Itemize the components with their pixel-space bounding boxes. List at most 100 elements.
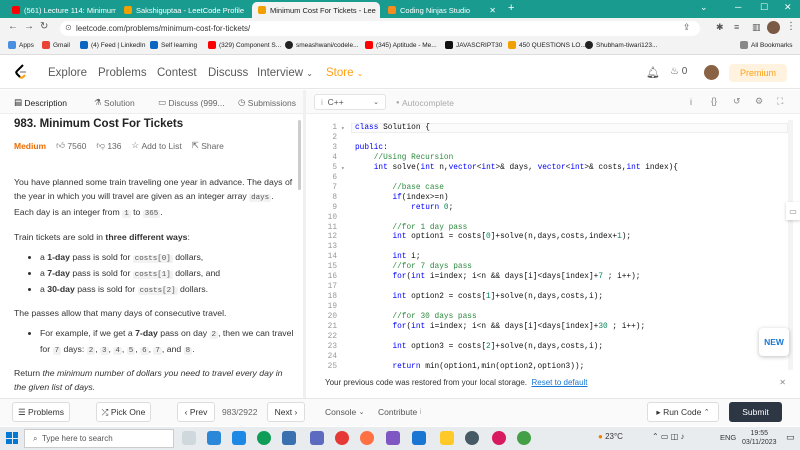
code-line[interactable]: public: <box>355 144 388 152</box>
console-toggle[interactable]: Console ⌄ <box>325 407 364 417</box>
code-editor[interactable]: 1 class Solution {2 3 public: 4 //Using Recu… <box>313 118 796 370</box>
app-icon[interactable] <box>492 431 506 445</box>
autocomplete-toggle[interactable]: ● Autocomplete <box>396 98 454 108</box>
premium-button[interactable]: Premium <box>729 64 787 82</box>
dislike-button[interactable]: 👎︎ 136 <box>96 140 121 151</box>
fold-chevron-icon[interactable]: ▾ <box>341 165 345 172</box>
bookmark-item[interactable]: Self learning <box>150 41 197 49</box>
run-code-button[interactable]: ▸ Run Code ⌃ <box>647 402 719 422</box>
new-tab-icon[interactable]: + <box>508 2 514 14</box>
mail-icon[interactable] <box>207 431 221 445</box>
language-indicator[interactable]: ENG <box>720 433 736 442</box>
clock[interactable]: 19:55 03/11/2023 <box>742 429 777 447</box>
code-line[interactable]: for(int i=index; i<n && days[i]<days[ind… <box>355 273 640 281</box>
browser-tab[interactable]: Coding Ninjas Studio ✕ <box>382 2 502 18</box>
tab-description[interactable]: ▤ Description <box>14 97 67 108</box>
problems-button[interactable]: ☰ Problems <box>12 402 70 422</box>
bookmark-item[interactable]: Gmail <box>42 41 70 49</box>
streak-counter[interactable]: ♨ 0 <box>670 66 687 77</box>
photos-icon[interactable] <box>282 431 296 445</box>
windows-start-icon[interactable] <box>6 432 18 444</box>
nav-discuss[interactable]: Discuss <box>208 67 248 79</box>
code-line[interactable]: int solve(int n,vector<int>& days, vecto… <box>355 164 678 172</box>
bell-icon[interactable]: 🔔︎ <box>646 66 660 79</box>
description-scrollbar[interactable] <box>298 120 301 190</box>
tray-icons[interactable]: ⌃ ▭ ◫ ♪ <box>652 432 685 441</box>
forward-icon[interactable]: → <box>24 21 34 32</box>
minimize-icon[interactable]: ─ <box>735 2 741 12</box>
firefox-icon[interactable] <box>360 431 374 445</box>
close-icon[interactable]: ✕ <box>376 6 381 15</box>
code-line[interactable]: class Solution { <box>355 124 430 132</box>
bookmark-item[interactable]: JAVASCRIPT30 <box>445 41 502 49</box>
submit-button[interactable]: Submit <box>729 402 782 422</box>
close-icon[interactable]: ✕ <box>779 378 786 387</box>
nav-contest[interactable]: Contest <box>157 67 197 79</box>
code-line[interactable]: //for 1 day pass <box>355 224 467 232</box>
bookmark-item[interactable]: 450 QUESTIONS LO... <box>508 41 586 49</box>
bookmark-item[interactable]: Shubham-tiwari123... <box>585 41 657 49</box>
app-icon[interactable] <box>386 431 400 445</box>
contribute-link[interactable]: Contribute i <box>378 407 421 417</box>
profile-avatar[interactable] <box>767 21 780 34</box>
code-line[interactable]: int i; <box>355 253 420 261</box>
info-icon[interactable]: i <box>690 97 692 107</box>
code-line[interactable]: for(int i=index; i<n && days[i]<days[ind… <box>355 323 645 331</box>
new-badge-button[interactable]: NEW <box>759 328 789 356</box>
taskbar-search-input[interactable]: ⌕ Type here to search <box>24 429 174 448</box>
extensions-icon[interactable]: ✱ <box>716 22 724 33</box>
chrome-icon[interactable] <box>517 431 531 445</box>
leetcode-logo-icon[interactable] <box>14 64 28 80</box>
side-panel-icon[interactable]: ▭ <box>786 202 800 220</box>
code-line[interactable]: //for 7 days pass <box>355 263 472 271</box>
tab-submissions[interactable]: ◷ Submissions <box>238 97 296 108</box>
code-line[interactable]: //base case <box>355 184 443 192</box>
add-to-list-button[interactable]: ☆ Add to List <box>132 140 182 151</box>
file-explorer-icon[interactable] <box>440 431 454 445</box>
back-icon[interactable]: ← <box>8 21 18 32</box>
avatar[interactable] <box>704 65 719 80</box>
share-button[interactable]: ⇱ Share <box>192 140 224 151</box>
prev-button[interactable]: ‹ Prev <box>177 402 215 422</box>
like-button[interactable]: 👍︎ 7560 <box>56 140 86 151</box>
all-bookmarks[interactable]: All Bookmarks <box>740 41 793 49</box>
close-icon[interactable]: ✕ <box>244 6 248 15</box>
panel-divider[interactable] <box>303 90 306 398</box>
browser-tab[interactable]: (561) Lecture 114: Minimum Co✕ <box>6 2 116 18</box>
code-line[interactable]: return min(option1,min(option2,option3))… <box>355 363 584 370</box>
edge-icon[interactable] <box>257 431 271 445</box>
bookmark-item[interactable]: Apps <box>8 41 34 49</box>
maximize-icon[interactable]: ☐ <box>760 2 768 13</box>
settings-icon[interactable]: ⚙ <box>755 96 763 107</box>
reload-icon[interactable]: ↻ <box>40 21 48 32</box>
url-input[interactable]: ⊙ leetcode.com/problems/minimum-cost-for… <box>60 21 700 36</box>
reset-to-default-link[interactable]: Reset to default <box>531 378 587 387</box>
sidepanel-icon[interactable]: ▥ <box>752 22 761 33</box>
close-icon[interactable]: ✕ <box>485 6 496 15</box>
code-line[interactable]: //for 30 days pass <box>355 313 476 321</box>
window-close-icon[interactable]: ✕ <box>784 2 792 13</box>
nav-interview[interactable]: Interview ⌄ <box>257 67 313 79</box>
task-view-icon[interactable] <box>182 431 196 445</box>
tab-solution[interactable]: ⚗ Solution <box>94 97 135 108</box>
next-button[interactable]: Next › <box>267 402 305 422</box>
weather-widget[interactable]: ● 23°C <box>598 432 623 441</box>
menu-list-icon[interactable]: ≡ <box>734 22 739 32</box>
fullscreen-icon[interactable]: ⛶ <box>777 96 783 107</box>
app-icon[interactable] <box>310 431 324 445</box>
store-icon[interactable] <box>232 431 246 445</box>
bookmark-item[interactable]: (4) Feed | LinkedIn <box>80 41 145 49</box>
browser-tab-active[interactable]: Minimum Cost For Tickets - Lee✕ <box>252 2 380 18</box>
site-info-icon[interactable]: ⊙ <box>65 23 72 32</box>
reset-icon[interactable]: ↺ <box>733 96 741 107</box>
nav-explore[interactable]: Explore <box>48 67 87 79</box>
bookmark-item[interactable]: (329) Component S... <box>208 41 281 49</box>
pick-one-button[interactable]: ⤮ Pick One <box>96 402 151 422</box>
code-line[interactable]: return 0; <box>355 204 453 212</box>
kebab-menu-icon[interactable]: ⋮ <box>786 21 796 32</box>
vscode-icon[interactable] <box>412 431 426 445</box>
bookmark-item[interactable]: (345) Aptitude - Me... <box>365 41 437 49</box>
code-line[interactable]: //Using Recursion <box>355 154 454 162</box>
code-line[interactable]: int option1 = costs[0]+solve(n,days,cost… <box>355 233 631 241</box>
fold-chevron-icon[interactable]: ▾ <box>341 125 345 132</box>
